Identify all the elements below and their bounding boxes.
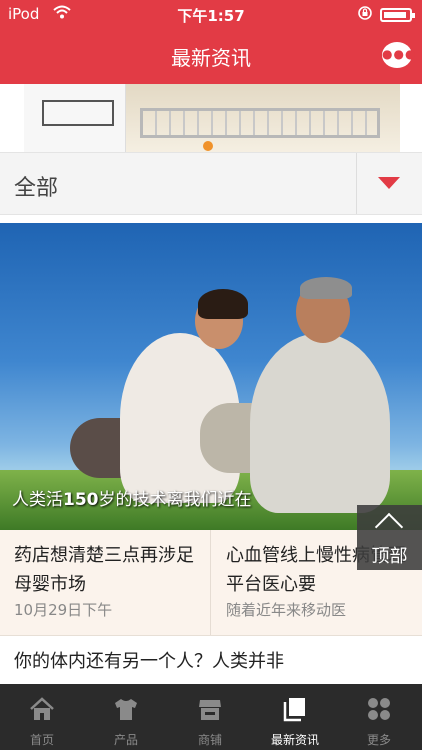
- hero-figure: [250, 333, 390, 513]
- filter-label: 全部: [14, 176, 59, 201]
- news-card[interactable]: 药店想清楚三点再涉足母婴市场 10月29日下午: [0, 530, 211, 635]
- banner-carousel[interactable]: [0, 84, 422, 152]
- chevron-up-icon: [374, 512, 404, 542]
- more-icon: [366, 696, 392, 722]
- hero-figure: [300, 277, 352, 299]
- tab-label: 首页: [29, 733, 54, 747]
- caption-number: 150: [63, 490, 99, 510]
- news-title: 你的体内还有另一个人？人类并非: [14, 651, 284, 672]
- tab-more[interactable]: 更多: [337, 684, 421, 750]
- status-bar: iPod 下午1:57: [0, 0, 422, 28]
- tab-news[interactable]: 最新资讯: [253, 684, 337, 750]
- carousel-indicator-dot: [203, 141, 213, 151]
- shirt-icon: [113, 696, 139, 722]
- news-subtitle: 10月29日下午: [14, 601, 113, 619]
- tab-shops[interactable]: 商铺: [168, 684, 252, 750]
- back-to-top-button[interactable]: 顶部: [357, 505, 422, 570]
- tab-label: 商铺: [197, 733, 222, 747]
- featured-caption: 人类活150岁的技术离我们近在: [12, 485, 252, 510]
- banner-thumbnail: [24, 84, 126, 152]
- tab-home[interactable]: 首页: [0, 684, 84, 750]
- home-icon: [29, 696, 55, 722]
- news-icon: [282, 696, 308, 722]
- tab-label: 更多: [366, 733, 391, 747]
- caption-text: 岁的技术离我们近在: [98, 490, 252, 510]
- news-title: 药店想清楚三点再涉足母婴市场: [14, 545, 194, 595]
- caption-text: 人类活: [12, 490, 63, 510]
- tab-bar: 首页 产品 商铺 最新资讯 更多: [0, 684, 422, 750]
- news-subtitle: 随着近年来移动医: [226, 601, 347, 619]
- nav-bar: 最新资讯 ●●●: [0, 28, 422, 84]
- shop-icon: [197, 696, 223, 722]
- tab-products[interactable]: 产品: [84, 684, 168, 750]
- dropdown-arrow-icon[interactable]: [378, 177, 400, 189]
- rotation-lock-icon: [357, 5, 373, 25]
- back-to-top-label: 顶部: [371, 546, 408, 567]
- category-filter[interactable]: 全部: [0, 152, 422, 215]
- tab-label: 最新资讯: [270, 733, 319, 747]
- hero-figure: [198, 289, 248, 319]
- filter-divider: [356, 153, 357, 214]
- tab-label: 产品: [113, 733, 138, 747]
- page-title: 最新资讯: [171, 46, 251, 70]
- battery-icon: [380, 8, 415, 22]
- banner-image: [126, 84, 400, 152]
- featured-article[interactable]: 人类活150岁的技术离我们近在: [0, 223, 422, 530]
- news-list-item[interactable]: 你的体内还有另一个人？人类并非: [0, 636, 422, 684]
- chat-bubble-icon[interactable]: ●●●: [382, 42, 415, 68]
- spacer: [0, 215, 422, 223]
